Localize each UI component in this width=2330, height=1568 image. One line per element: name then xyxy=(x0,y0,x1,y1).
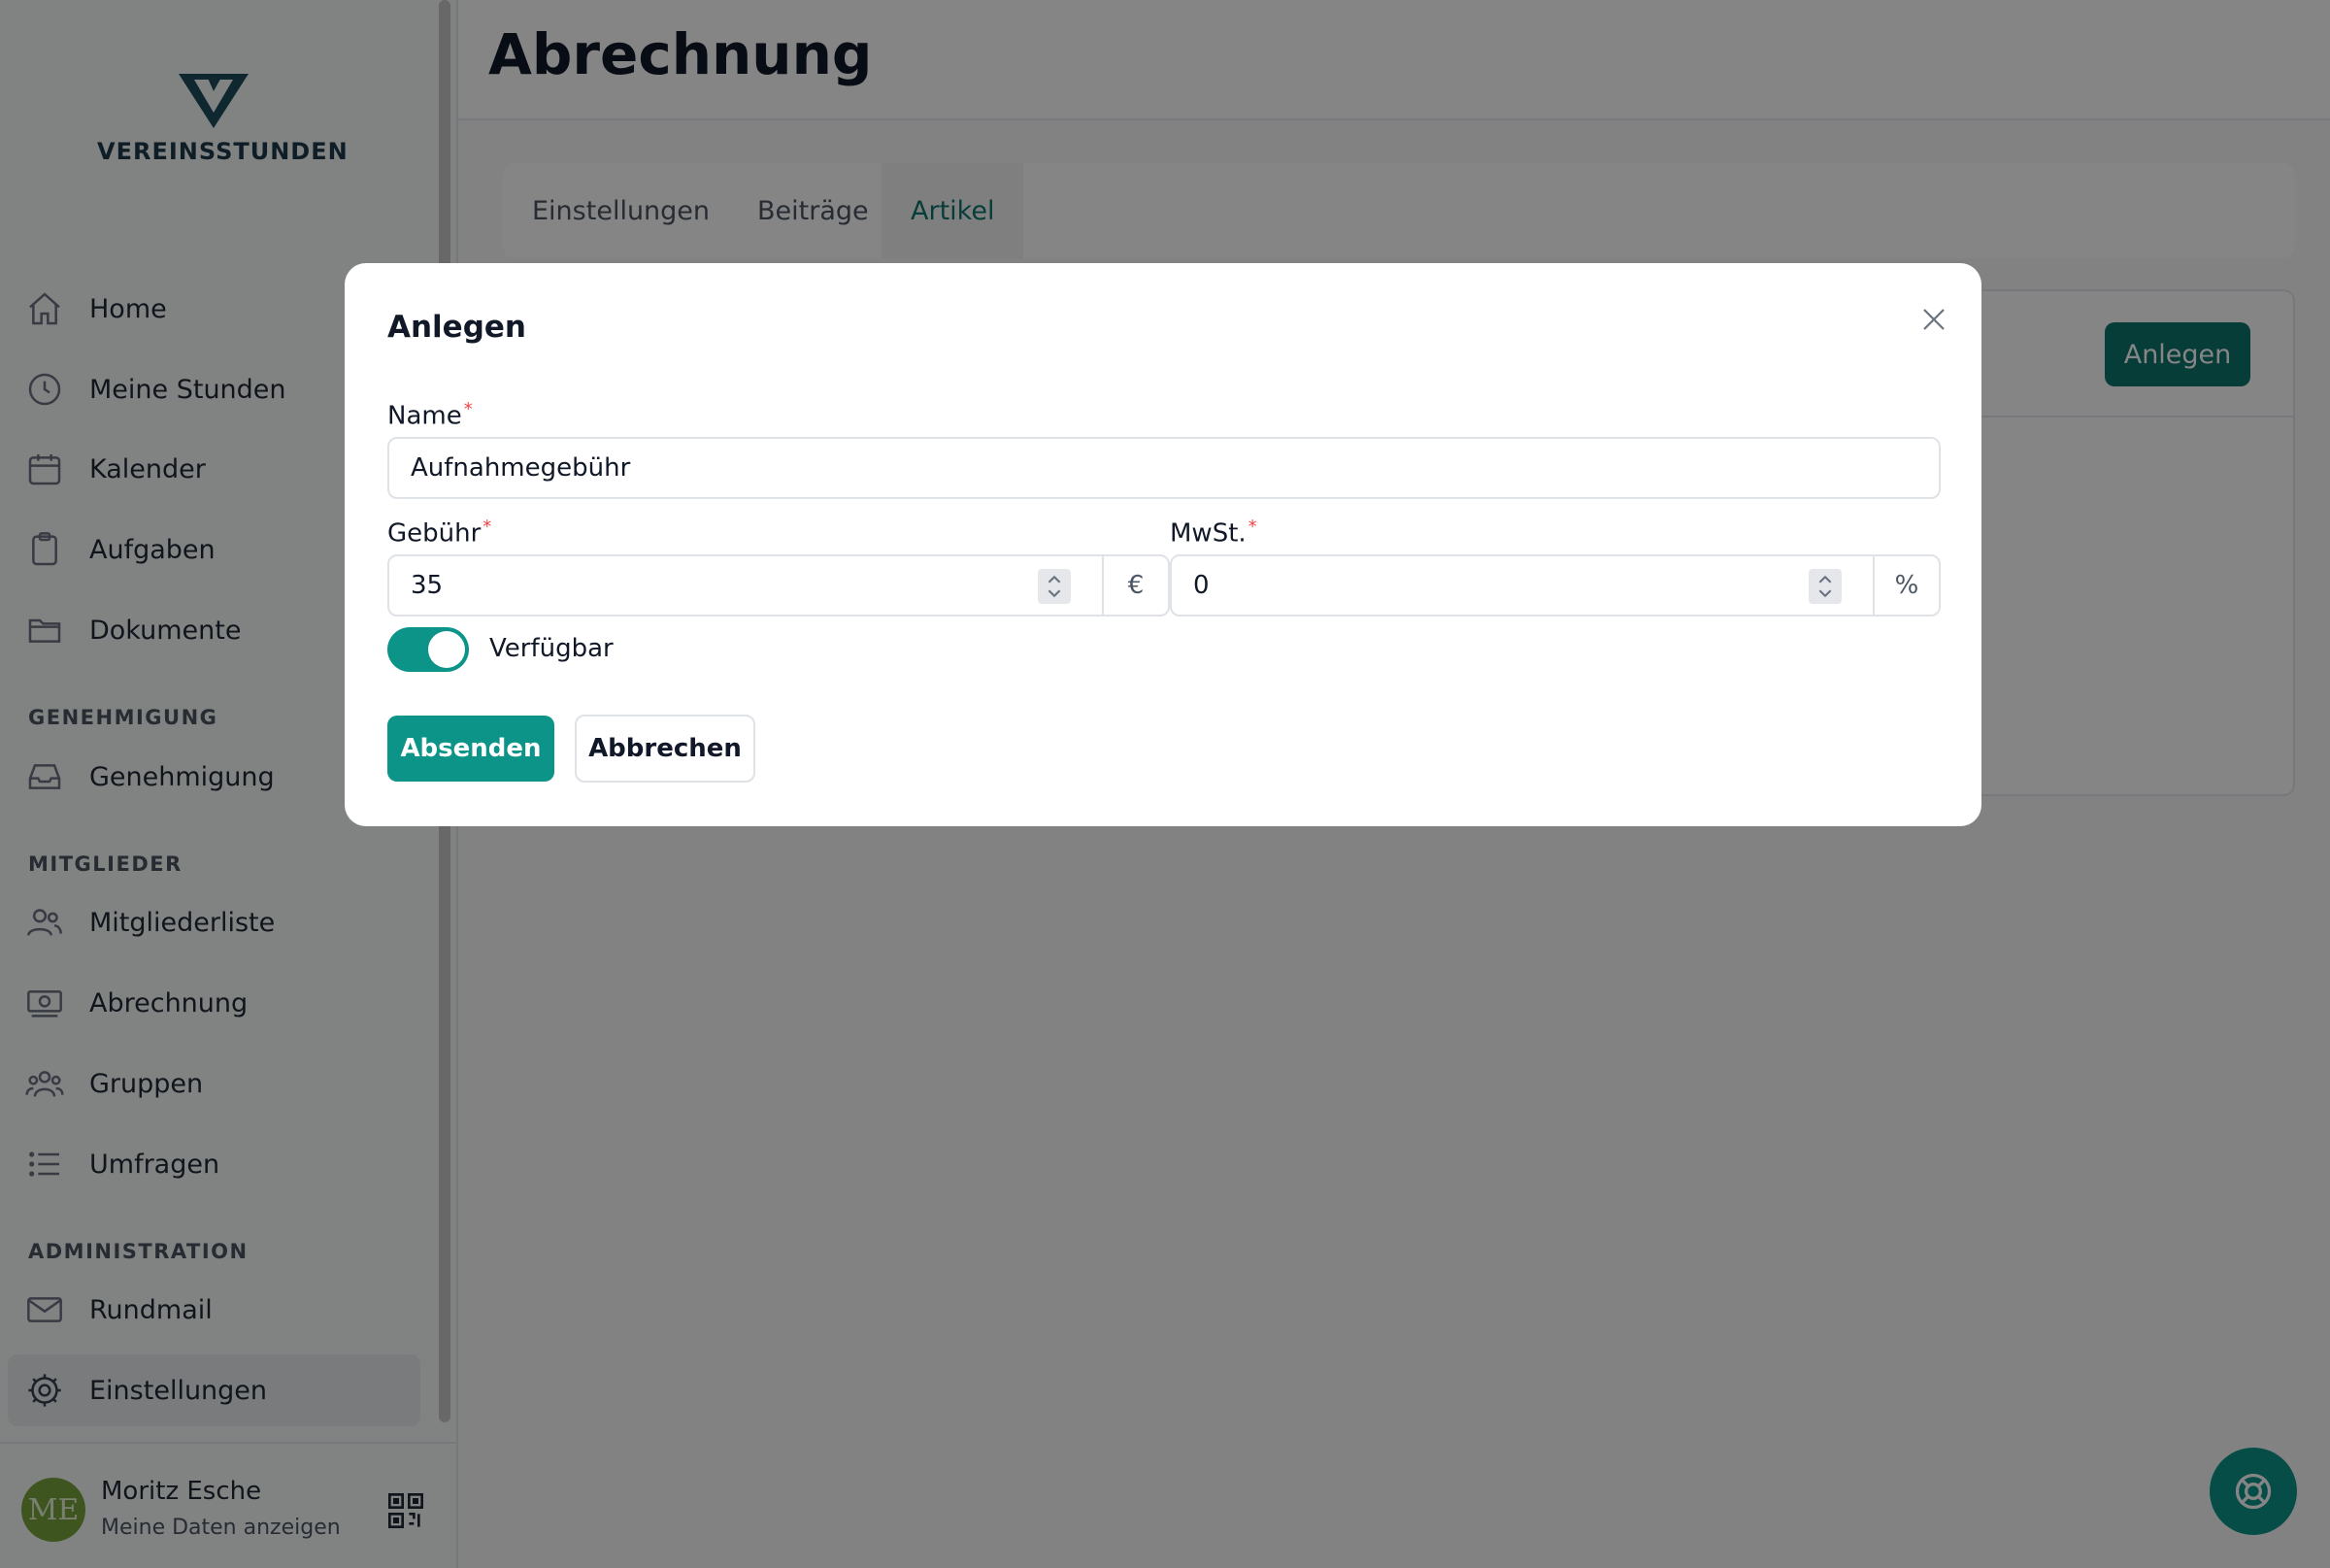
name-label-text: Name xyxy=(387,401,462,431)
fee-label-text: Gebühr xyxy=(387,518,482,549)
stepper-chevrons-icon xyxy=(1818,575,1832,598)
vat-label-text: MwSt. xyxy=(1170,518,1247,549)
name-input[interactable]: Aufnahmegebühr xyxy=(387,437,1941,499)
name-input-value: Aufnahmegebühr xyxy=(411,453,631,483)
submit-button[interactable]: Absenden xyxy=(387,716,554,782)
name-label: Name * xyxy=(387,399,473,431)
required-marker: * xyxy=(1248,517,1257,537)
close-icon xyxy=(1923,309,1945,330)
dialog-title: Anlegen xyxy=(387,310,526,345)
fee-label: Gebühr * xyxy=(387,517,491,549)
cancel-button[interactable]: Abbrechen xyxy=(575,715,755,783)
vat-input[interactable]: 0 % xyxy=(1170,554,1941,617)
currency-addon: € xyxy=(1102,556,1168,615)
available-toggle[interactable] xyxy=(387,627,469,672)
available-label: Verfügbar xyxy=(489,634,614,663)
stepper-chevrons-icon xyxy=(1048,575,1061,598)
required-marker: * xyxy=(463,399,473,419)
close-button[interactable] xyxy=(1913,298,1955,341)
fee-input[interactable]: 35 € xyxy=(387,554,1170,617)
fee-input-value: 35 xyxy=(411,571,444,600)
toggle-knob xyxy=(428,631,465,668)
fee-stepper[interactable] xyxy=(1038,569,1071,604)
vat-input-value: 0 xyxy=(1193,571,1210,600)
vat-label: MwSt. * xyxy=(1170,517,1257,549)
required-marker: * xyxy=(483,517,492,537)
percent-addon: % xyxy=(1873,556,1939,615)
vat-stepper[interactable] xyxy=(1809,569,1842,604)
create-article-dialog: Anlegen Name * Aufnahmegebühr Gebühr * 35 … xyxy=(345,263,1981,826)
